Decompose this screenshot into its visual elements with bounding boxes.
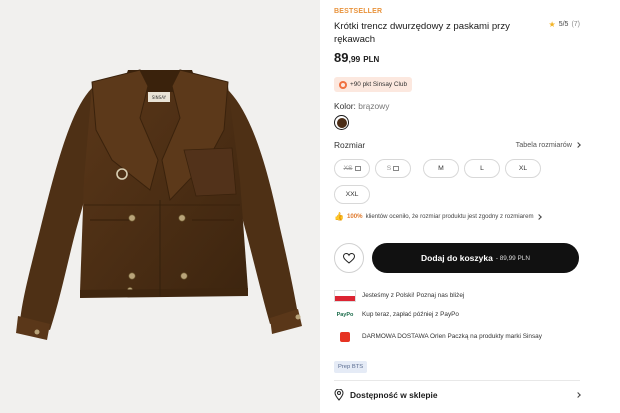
add-to-cart-button[interactable]: Dodaj do koszyka - 89,99 PLN xyxy=(372,243,579,273)
poland-flag-icon xyxy=(334,289,356,302)
rating-count: (7) xyxy=(571,21,580,28)
chevron-right-icon xyxy=(575,392,581,398)
rating-value: 5/5 xyxy=(558,21,569,28)
svg-text:SINSAY: SINSAY xyxy=(152,95,167,100)
product-title: Krótki trencz dwurzędowy z paskami przy … xyxy=(334,21,510,45)
size-option-s[interactable]: S xyxy=(375,159,411,178)
chevron-right-icon xyxy=(575,141,581,148)
size-l-label: L xyxy=(480,165,484,172)
wishlist-button[interactable] xyxy=(334,243,364,273)
product-price: 89 ,99 PLN xyxy=(334,50,379,65)
orlen-paczka-icon xyxy=(334,331,356,343)
store-availability-text: Dostępność w sklepie xyxy=(350,390,438,400)
size-option-l[interactable]: L xyxy=(464,159,500,178)
price-main: 89 xyxy=(334,50,349,65)
size-xs-label: XS xyxy=(343,165,353,172)
heart-icon xyxy=(343,252,355,264)
add-to-cart-label: Dodaj do koszyka xyxy=(421,253,493,263)
promo-paypo[interactable]: PayPo Kup teraz, zapłać później z PayPo xyxy=(334,308,459,321)
fit-text: klientów oceniło, że rozmiar produktu je… xyxy=(365,213,534,220)
size-label: Rozmiar xyxy=(334,140,366,150)
collection-tag[interactable]: Prep BTS xyxy=(334,361,368,373)
club-points-badge: +90 pkt Sinsay Club xyxy=(334,77,413,92)
envelope-icon xyxy=(354,166,361,171)
location-pin-icon xyxy=(334,389,344,401)
club-coin-icon xyxy=(339,80,347,89)
add-to-cart-price: - 89,99 PLN xyxy=(495,254,530,262)
fit-percent: 100% xyxy=(346,213,363,220)
swatch-fill xyxy=(336,117,347,128)
size-option-m[interactable]: M xyxy=(423,159,459,178)
jacket-photo: SINSAY xyxy=(16,69,302,340)
price-currency: PLN xyxy=(363,55,380,64)
color-label: Kolor: brązowy xyxy=(334,101,389,111)
fit-note[interactable]: 👍 100% klientów oceniło, że rozmiar prod… xyxy=(334,212,542,221)
size-m-label: M xyxy=(438,165,444,172)
promo-poland[interactable]: Jesteśmy z Polski! Poznaj nas bliżej xyxy=(334,289,464,302)
product-image[interactable]: SINSAY xyxy=(0,0,320,413)
promo-orlen[interactable]: DARMOWA DOSTAWA Orlen Paczką na produkty… xyxy=(334,330,542,343)
size-chart-text: Tabela rozmiarów xyxy=(515,140,572,149)
size-chart-link[interactable]: Tabela rozmiarów xyxy=(515,140,581,149)
promo-paypo-text: Kup teraz, zapłać później z PayPo xyxy=(362,311,459,318)
rating[interactable]: ★ 5/5 (7) xyxy=(549,20,580,29)
star-icon: ★ xyxy=(548,20,556,29)
club-points-text: +90 pkt Sinsay Club xyxy=(350,81,408,88)
promo-poland-text: Jesteśmy z Polski! Poznaj nas bliżej xyxy=(362,292,465,299)
size-xxl-label: XXL xyxy=(345,191,359,198)
promo-orlen-text: DARMOWA DOSTAWA Orlen Paczką na produkty… xyxy=(362,333,542,340)
envelope-icon xyxy=(393,166,400,171)
size-s-label: S xyxy=(386,165,392,172)
size-option-xl[interactable]: XL xyxy=(505,159,541,178)
chevron-right-icon xyxy=(535,213,542,220)
price-decimal: ,99 xyxy=(348,54,361,64)
color-swatch-brown[interactable] xyxy=(334,115,349,130)
divider xyxy=(334,380,580,381)
size-xl-label: XL xyxy=(518,165,528,172)
color-label-text: Kolor: xyxy=(334,101,356,111)
store-availability[interactable]: Dostępność w sklepie xyxy=(334,387,581,403)
bestseller-badge: BESTSELLER xyxy=(334,8,383,15)
paypo-icon: PayPo xyxy=(334,308,356,321)
size-option-xs[interactable]: XS xyxy=(334,159,370,178)
thumbs-up-icon: 👍 xyxy=(334,212,344,221)
size-option-xxl[interactable]: XXL xyxy=(334,185,370,204)
color-value: brązowy xyxy=(358,101,390,111)
product-info: BESTSELLER ★ 5/5 (7) Krótki trencz dwurz… xyxy=(334,0,584,413)
